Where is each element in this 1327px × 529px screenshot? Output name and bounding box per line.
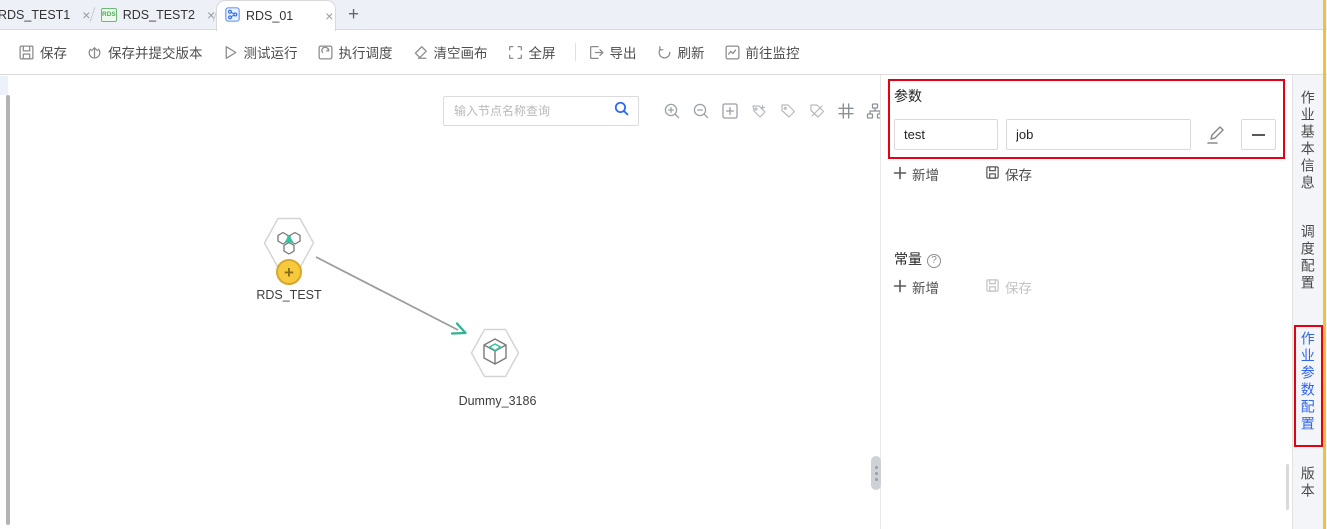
save-button[interactable]: 保存 xyxy=(18,42,67,62)
plus-icon xyxy=(893,279,907,296)
search-icon[interactable] xyxy=(613,100,630,122)
toolbar-divider xyxy=(574,43,576,61)
panel-resize-handle[interactable] xyxy=(871,456,881,490)
dag-canvas[interactable] xyxy=(0,75,880,529)
add-tag-icon[interactable] xyxy=(748,100,770,122)
left-scrollbar[interactable] xyxy=(6,95,10,525)
node-add-connection-button[interactable]: + xyxy=(276,259,302,285)
right-panel-scrollbar[interactable] xyxy=(1286,464,1289,510)
param-name-input[interactable] xyxy=(894,119,998,150)
zoom-in-icon[interactable] xyxy=(661,100,683,122)
tab-rds-test2[interactable]: RDS RDS_TEST2 × xyxy=(93,0,215,29)
new-tab-button[interactable]: + xyxy=(336,0,371,29)
workflow-editor: RDS_TEST1 × RDS RDS_TEST2 × RDS_01 × + 保… xyxy=(0,0,1327,529)
side-tab-job-param-config[interactable]: 作业参数配置 xyxy=(1299,331,1316,433)
tab-label: RDS_01 xyxy=(246,9,294,23)
node-dummy-3186[interactable] xyxy=(470,328,520,383)
collapsed-left-panel xyxy=(0,76,8,95)
eraser-icon xyxy=(412,44,429,61)
save-constants-button-disabled: 保存 xyxy=(985,277,1032,297)
tab-rds-01[interactable]: RDS_01 × xyxy=(216,0,336,31)
window-edge-highlight xyxy=(1323,0,1326,529)
export-button[interactable]: 导出 xyxy=(588,42,637,62)
workflow-icon xyxy=(225,7,240,25)
fit-view-icon[interactable] xyxy=(719,100,741,122)
edit-param-icon[interactable] xyxy=(1203,123,1227,152)
schedule-icon xyxy=(317,44,334,61)
side-tab-job-basic-info[interactable]: 作业基本信息 xyxy=(1299,90,1316,192)
tab-label: RDS_TEST1 xyxy=(0,7,71,22)
save-icon xyxy=(18,44,35,61)
hide-tag-icon[interactable] xyxy=(806,100,828,122)
save-icon xyxy=(985,165,1000,183)
tab-rds-test1[interactable]: RDS_TEST1 × xyxy=(0,0,92,29)
minus-icon xyxy=(1252,133,1265,136)
clear-canvas-button[interactable]: 清空画布 xyxy=(412,42,488,62)
test-run-button[interactable]: 测试运行 xyxy=(222,42,298,62)
refresh-icon xyxy=(656,44,673,61)
remove-param-button[interactable] xyxy=(1241,119,1276,150)
play-icon xyxy=(222,44,239,61)
add-param-button[interactable]: 新增 xyxy=(893,164,939,184)
execute-schedule-button[interactable]: 执行调度 xyxy=(317,42,393,62)
node-search-box xyxy=(443,96,639,126)
tab-bar: RDS_TEST1 × RDS RDS_TEST2 × RDS_01 × + xyxy=(0,0,1327,31)
upload-version-icon xyxy=(86,44,103,61)
save-icon xyxy=(985,278,1000,296)
editor-toolbar: 保存 保存并提交版本 测试运行 执行调度 清空画布 全屏 导出 刷新 前往监控 xyxy=(0,30,1327,75)
add-constant-button[interactable]: 新增 xyxy=(893,277,939,297)
node-label-rds-test: RDS_TEST xyxy=(256,288,322,302)
grid-icon[interactable] xyxy=(835,100,857,122)
canvas-tools xyxy=(661,100,886,122)
side-tab-schedule-config[interactable]: 调度配置 xyxy=(1299,224,1316,292)
refresh-button[interactable]: 刷新 xyxy=(656,42,705,62)
node-search-input[interactable] xyxy=(454,104,613,118)
close-icon[interactable]: × xyxy=(325,9,333,23)
zoom-out-icon[interactable] xyxy=(690,100,712,122)
go-to-monitor-button[interactable]: 前往监控 xyxy=(724,42,800,62)
tab-label: RDS_TEST2 xyxy=(122,7,195,22)
help-icon[interactable]: ? xyxy=(927,253,941,268)
save-params-button[interactable]: 保存 xyxy=(985,164,1032,184)
fullscreen-icon xyxy=(507,44,524,61)
node-label-dummy-3186: Dummy_3186 xyxy=(458,394,537,408)
constants-section-title: 常量? xyxy=(894,249,941,269)
rds-badge-icon: RDS xyxy=(101,7,117,22)
fullscreen-button[interactable]: 全屏 xyxy=(507,42,556,62)
param-value-input[interactable] xyxy=(1006,119,1191,150)
params-section-title: 参数 xyxy=(894,88,922,104)
save-and-submit-version-button[interactable]: 保存并提交版本 xyxy=(86,42,203,62)
monitor-icon xyxy=(724,44,741,61)
side-tab-version[interactable]: 版本 xyxy=(1299,466,1316,500)
tag-icon[interactable] xyxy=(777,100,799,122)
export-icon xyxy=(588,44,605,61)
plus-icon xyxy=(893,166,907,183)
